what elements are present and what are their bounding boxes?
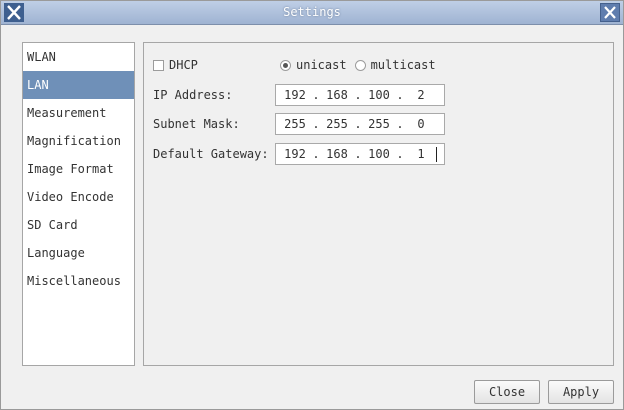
- sidebar-item-miscellaneous[interactable]: Miscellaneous: [23, 267, 134, 295]
- sidebar-item-sd-card[interactable]: SD Card: [23, 211, 134, 239]
- dhcp-row: DHCP: [153, 54, 198, 76]
- ip-address-label: IP Address:: [153, 88, 233, 102]
- ip-separator: .: [312, 117, 320, 131]
- ip-separator: .: [396, 117, 404, 131]
- subnet-mask-field[interactable]: 255 . 255 . 255 . 0: [275, 113, 445, 135]
- dhcp-label: DHCP: [169, 58, 198, 72]
- unicast-radio[interactable]: [280, 59, 291, 71]
- cast-mode-group: unicast multicast: [280, 54, 436, 76]
- ip-separator: .: [354, 147, 362, 161]
- text-caret: [436, 146, 437, 162]
- gateway-octet-3: 100: [368, 147, 390, 161]
- window-title: Settings: [283, 5, 341, 19]
- ip-octet-4: 2: [417, 88, 425, 102]
- gateway-octet-2: 168: [326, 147, 348, 161]
- close-button[interactable]: Close: [474, 380, 540, 404]
- ip-separator: .: [312, 147, 320, 161]
- ip-address-field[interactable]: 192 . 168 . 100 . 2: [275, 84, 445, 106]
- lan-settings-panel: DHCP unicast multicast IP Address: 192 .…: [143, 42, 614, 366]
- ip-octet-2: 168: [326, 88, 348, 102]
- ip-octet-3: 100: [368, 88, 390, 102]
- settings-sidebar: WLAN LAN Measurement Magnification Image…: [22, 42, 135, 366]
- gateway-octet-1: 192: [284, 147, 306, 161]
- subnet-octet-2: 255: [326, 117, 348, 131]
- sidebar-item-wlan[interactable]: WLAN: [23, 43, 134, 71]
- settings-window: Settings WLAN LAN Measurement Magnificat…: [0, 0, 624, 410]
- multicast-label: multicast: [370, 58, 436, 72]
- ip-separator: .: [396, 147, 404, 161]
- subnet-octet-4: 0: [417, 117, 425, 131]
- dhcp-checkbox[interactable]: [153, 59, 164, 71]
- sidebar-item-lan[interactable]: LAN: [23, 71, 134, 99]
- ip-octet-1: 192: [284, 88, 306, 102]
- subnet-mask-label: Subnet Mask:: [153, 117, 240, 131]
- sidebar-item-video-encode[interactable]: Video Encode: [23, 183, 134, 211]
- close-x-icon[interactable]: [600, 3, 620, 22]
- subnet-octet-3: 255: [368, 117, 390, 131]
- multicast-radio[interactable]: [354, 59, 366, 71]
- sidebar-item-measurement[interactable]: Measurement: [23, 99, 134, 127]
- ip-separator: .: [312, 88, 320, 102]
- unicast-label: unicast: [296, 58, 347, 72]
- sidebar-item-magnification[interactable]: Magnification: [23, 127, 134, 155]
- title-bar: Settings: [1, 1, 623, 25]
- ip-separator: .: [354, 117, 362, 131]
- apply-button[interactable]: Apply: [548, 380, 614, 404]
- default-gateway-field[interactable]: 192 . 168 . 100 . 1: [275, 143, 445, 165]
- sidebar-item-language[interactable]: Language: [23, 239, 134, 267]
- sidebar-item-image-format[interactable]: Image Format: [23, 155, 134, 183]
- ip-separator: .: [354, 88, 362, 102]
- default-gateway-label: Default Gateway:: [153, 147, 269, 161]
- gateway-octet-4: 1: [417, 147, 425, 161]
- subnet-octet-1: 255: [284, 117, 306, 131]
- ip-separator: .: [396, 88, 404, 102]
